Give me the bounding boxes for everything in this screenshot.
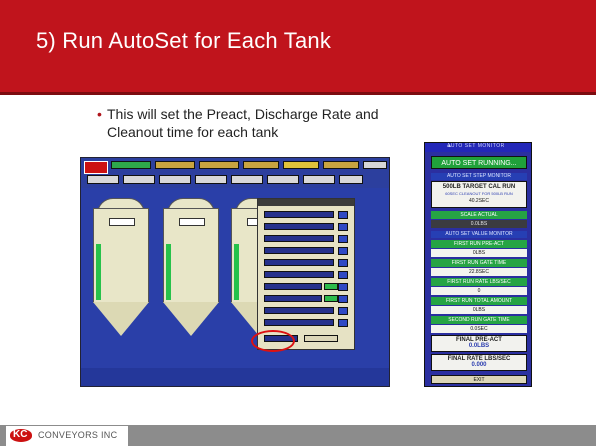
tank-graphic (93, 198, 149, 338)
final-rate-box: FINAL RATE LBS/SEC 0.000 (431, 354, 527, 371)
bullet-text: This will set the Preact, Discharge Rate… (107, 106, 379, 140)
monitor-row-label: SECOND RUN GATE TIME (431, 316, 527, 324)
hmi-tank-tab (195, 175, 227, 184)
monitor-row-label: FIRST RUN RATE LBS/SEC (431, 278, 527, 286)
exit-button[interactable]: EXIT (431, 375, 527, 384)
bullet-item: • This will set the Preact, Discharge Ra… (97, 105, 407, 141)
hmi-tank-tab (159, 175, 191, 184)
scale-actual-label: SCALE ACTUAL (431, 211, 527, 219)
value-monitor-heading: AUTO SET VALUE MONITOR (431, 231, 527, 238)
hmi-logo-icon (84, 161, 108, 174)
bullet-dot-icon: • (97, 106, 102, 122)
brand-name: CONVEYORS INC (38, 430, 118, 440)
monitor-row-value: 0LBS (431, 249, 527, 257)
hmi-nav-button (199, 161, 239, 169)
hmi-nav-button (283, 161, 319, 169)
final-rate-value: 0.000 (471, 362, 487, 368)
hmi-tank-tab (303, 175, 335, 184)
monitor-row-value: 22.8SEC (431, 268, 527, 276)
hmi-tank-tab (339, 175, 363, 184)
hmi-status-bar (81, 368, 389, 386)
monitor-row-value: 0.0SEC (431, 325, 527, 333)
hmi-nav-button (363, 161, 387, 169)
final-preact-box: FINAL PRE-ACT 0.0LBS (431, 335, 527, 352)
slide-title: 5) Run AutoSet for Each Tank (36, 28, 332, 53)
slide-footer: KC CONVEYORS INC (0, 425, 596, 446)
popup-exit-button (304, 335, 338, 342)
hmi-tank-tab (87, 175, 119, 184)
monitor-row-value: 0LBS (431, 306, 527, 314)
target-cal-box: 500LB TARGET CAL RUN 60SEC CLEANOUT FOR … (431, 181, 527, 208)
hmi-nav-button (111, 161, 151, 169)
tank-label (179, 218, 205, 226)
hmi-nav-button (243, 161, 279, 169)
target-cal-subtitle: 60SEC CLEANOUT FOR 500LB RUN (445, 191, 513, 196)
monitor-header-title: AUTO SET MONITOR (447, 143, 505, 149)
hmi-nav-button (323, 161, 359, 169)
monitor-header: ▲ AUTO SET MONITOR (425, 143, 531, 152)
monitor-row-label: FIRST RUN TOTAL AMOUNT (431, 297, 527, 305)
hmi-tank-screenshot (80, 157, 390, 387)
hmi-tank-tab (123, 175, 155, 184)
monitor-row-label: FIRST RUN GATE TIME (431, 259, 527, 267)
brand-block: KC CONVEYORS INC (6, 426, 128, 446)
hmi-nav-button (155, 161, 195, 169)
tank-level-bar (234, 244, 239, 300)
target-cal-title: 500LB TARGET CAL RUN (442, 184, 516, 190)
highlight-ring (251, 330, 295, 352)
hmi-tank-tab (267, 175, 299, 184)
hmi-top-bar (81, 158, 389, 188)
company-logo-icon: KC (10, 429, 32, 442)
scale-actual-value: 0.0LBS (431, 220, 527, 228)
step-monitor-heading: AUTO SET STEP MONITOR (431, 173, 527, 180)
tank-label (109, 218, 135, 226)
monitor-row-value: 0 (431, 287, 527, 295)
slide-title-bar: 5) Run AutoSet for Each Tank (0, 0, 596, 95)
final-preact-value: 0.0LBS (468, 343, 490, 349)
autoset-monitor-panel: ▲ AUTO SET MONITOR AUTO SET RUNNING... A… (424, 142, 532, 387)
tank-parameters-popup (257, 198, 355, 350)
tank-level-bar (166, 244, 171, 300)
monitor-row-label: FIRST RUN PRE-ACT (431, 240, 527, 248)
hmi-tank-tab (231, 175, 263, 184)
tank-graphic (163, 198, 219, 338)
autoset-running-status: AUTO SET RUNNING... (431, 156, 527, 169)
target-cal-value: 40.2SEC (468, 198, 489, 204)
tank-level-bar (96, 244, 101, 300)
